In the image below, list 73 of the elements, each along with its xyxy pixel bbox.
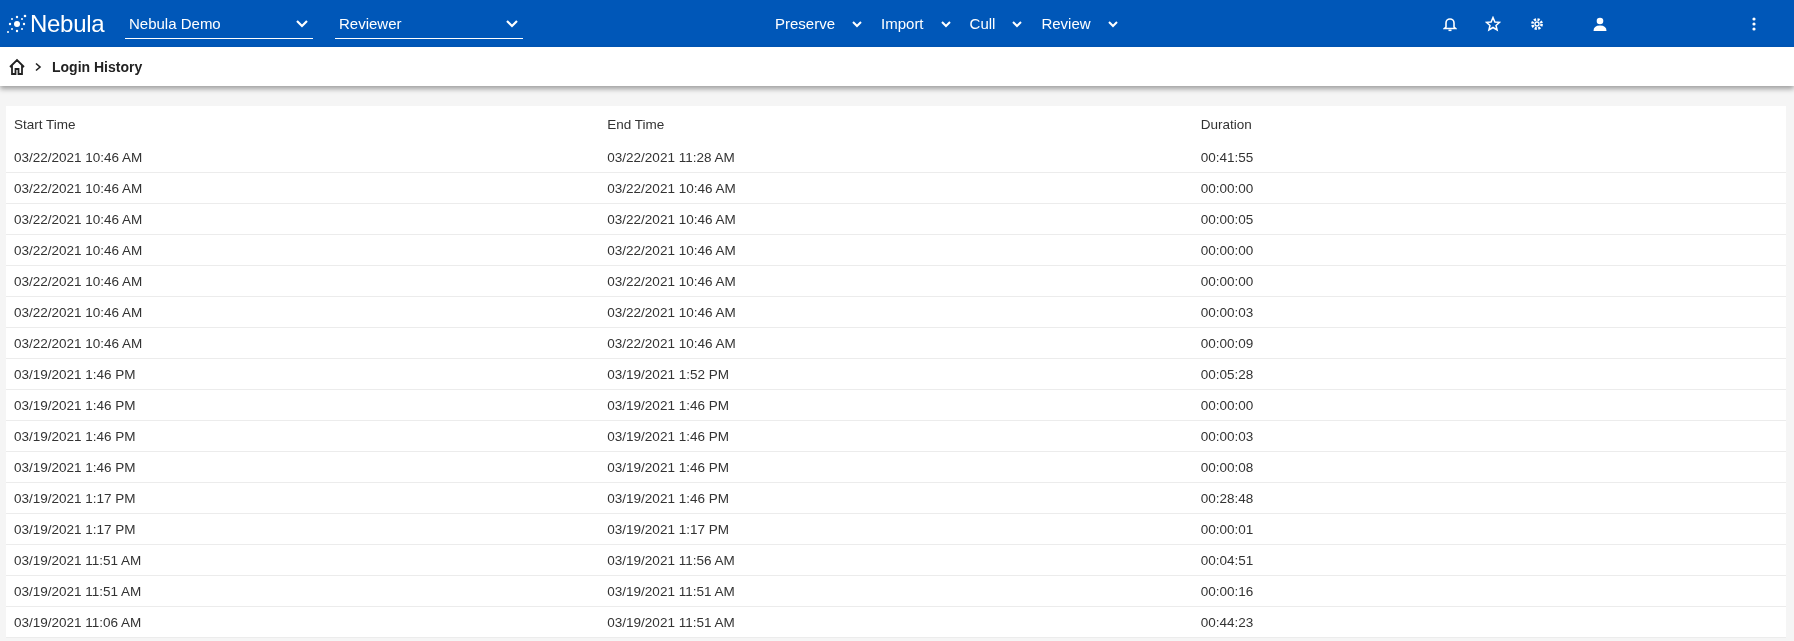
table-cell-text: 03/22/2021 10:46 AM bbox=[606, 242, 736, 258]
bell-icon[interactable] bbox=[1443, 15, 1457, 32]
table-cell-text: 03/19/2021 11:51 AM bbox=[13, 583, 142, 599]
dropdown-select[interactable]: Reviewer bbox=[335, 8, 523, 39]
table-cell-text: 03/19/2021 11:06 AM bbox=[13, 614, 142, 630]
table-cell-text: 00:28:48 bbox=[1199, 490, 1254, 506]
chevron-down-icon bbox=[1011, 19, 1024, 28]
table-cell-text: 00:00:08 bbox=[1199, 459, 1254, 475]
column-header: End Time bbox=[606, 116, 665, 132]
table-cell-text: 03/19/2021 1:46 PM bbox=[13, 428, 136, 444]
table-cell-text: 00:00:00 bbox=[1199, 180, 1254, 196]
table-cell-text: 00:00:00 bbox=[1199, 242, 1254, 258]
table-cell-text: 03/19/2021 1:46 PM bbox=[606, 490, 729, 506]
column-header: Duration bbox=[1199, 116, 1252, 132]
table-cell-text: 00:00:05 bbox=[1199, 211, 1254, 227]
table-cell-text: 00:00:00 bbox=[1199, 273, 1254, 289]
table-cell-text: 03/22/2021 10:46 AM bbox=[13, 273, 143, 289]
chevron-down-icon bbox=[851, 19, 864, 28]
table-cell-text: 00:04:51 bbox=[1199, 552, 1254, 568]
table-cell-text: 00:00:16 bbox=[1199, 583, 1254, 599]
table-cell-text: 03/22/2021 10:46 AM bbox=[13, 242, 143, 258]
table-cell-text: 03/19/2021 1:17 PM bbox=[606, 521, 729, 537]
star-icon[interactable] bbox=[1485, 15, 1501, 32]
table-cell-text: 00:00:01 bbox=[1199, 521, 1254, 537]
table-cell-text: 03/22/2021 10:46 AM bbox=[13, 304, 143, 320]
column-header: Start Time bbox=[13, 116, 76, 132]
table-cell-text: 03/19/2021 1:46 PM bbox=[13, 366, 136, 382]
table-cell-text: 03/19/2021 1:46 PM bbox=[13, 397, 136, 413]
table-cell-text: 03/19/2021 11:51 AM bbox=[606, 614, 735, 630]
table-cell-text: 03/22/2021 10:46 AM bbox=[606, 273, 736, 289]
table-cell-text: 03/19/2021 1:46 PM bbox=[606, 397, 729, 413]
chevron-down-icon bbox=[295, 18, 309, 28]
table-cell-text: 03/22/2021 10:46 AM bbox=[13, 180, 143, 196]
user-icon[interactable] bbox=[1593, 16, 1607, 31]
menu-item[interactable]: Review bbox=[1039, 15, 1127, 32]
table-cell-text: 00:44:23 bbox=[1199, 614, 1254, 630]
table-cell-text: 03/22/2021 10:46 AM bbox=[606, 304, 736, 320]
menu-item[interactable]: Preserve bbox=[773, 15, 872, 32]
table-cell-text: 03/22/2021 10:46 AM bbox=[606, 180, 736, 196]
chevron-down-icon bbox=[939, 19, 952, 28]
table-cell-text: 03/22/2021 10:46 AM bbox=[606, 335, 736, 351]
table-cell-text: 03/19/2021 11:56 AM bbox=[606, 552, 735, 568]
table-cell-text: 00:00:00 bbox=[1199, 397, 1254, 413]
table-cell-text: 03/19/2021 1:46 PM bbox=[606, 459, 729, 475]
table-cell-text: 00:00:03 bbox=[1199, 304, 1254, 320]
table-cell-text: 03/22/2021 10:46 AM bbox=[13, 211, 143, 227]
logo-text: Nebula bbox=[30, 9, 105, 38]
table-cell-text: 03/19/2021 1:46 PM bbox=[606, 428, 729, 444]
more-menu-icon[interactable] bbox=[1752, 16, 1756, 31]
chevron-right-icon bbox=[34, 61, 42, 72]
chevron-down-icon bbox=[1106, 19, 1119, 28]
settings-icon[interactable] bbox=[1529, 15, 1545, 32]
table-cell-text: 00:00:09 bbox=[1199, 335, 1254, 351]
breadcrumb-current: Login History bbox=[52, 58, 143, 75]
menu-item[interactable]: Cull bbox=[967, 15, 1032, 32]
table-cell-text: 00:05:28 bbox=[1199, 366, 1254, 382]
menu-item[interactable]: Import bbox=[879, 15, 960, 32]
table-cell-text: 03/19/2021 1:17 PM bbox=[13, 490, 136, 506]
table-cell-text: 03/19/2021 1:17 PM bbox=[13, 521, 136, 537]
table-cell-text: 03/22/2021 10:46 AM bbox=[13, 149, 143, 165]
table-cell-text: 03/19/2021 1:46 PM bbox=[13, 459, 136, 475]
table-cell-text: 00:41:55 bbox=[1199, 149, 1254, 165]
table-cell-text: 03/19/2021 11:51 AM bbox=[606, 583, 735, 599]
chevron-down-icon bbox=[505, 18, 519, 28]
table-cell-text: 03/22/2021 10:46 AM bbox=[606, 211, 736, 227]
starburst-icon bbox=[6, 13, 28, 34]
table-cell-text: 03/19/2021 11:51 AM bbox=[13, 552, 142, 568]
table-cell-text: 03/19/2021 1:52 PM bbox=[606, 366, 729, 382]
table-cell-text: 00:00:03 bbox=[1199, 428, 1254, 444]
table-cell-text: 03/22/2021 10:46 AM bbox=[13, 335, 143, 351]
dropdown-select[interactable]: Nebula Demo bbox=[125, 8, 313, 39]
table-cell-text: 03/22/2021 11:28 AM bbox=[606, 149, 735, 165]
home-icon[interactable] bbox=[8, 57, 26, 76]
